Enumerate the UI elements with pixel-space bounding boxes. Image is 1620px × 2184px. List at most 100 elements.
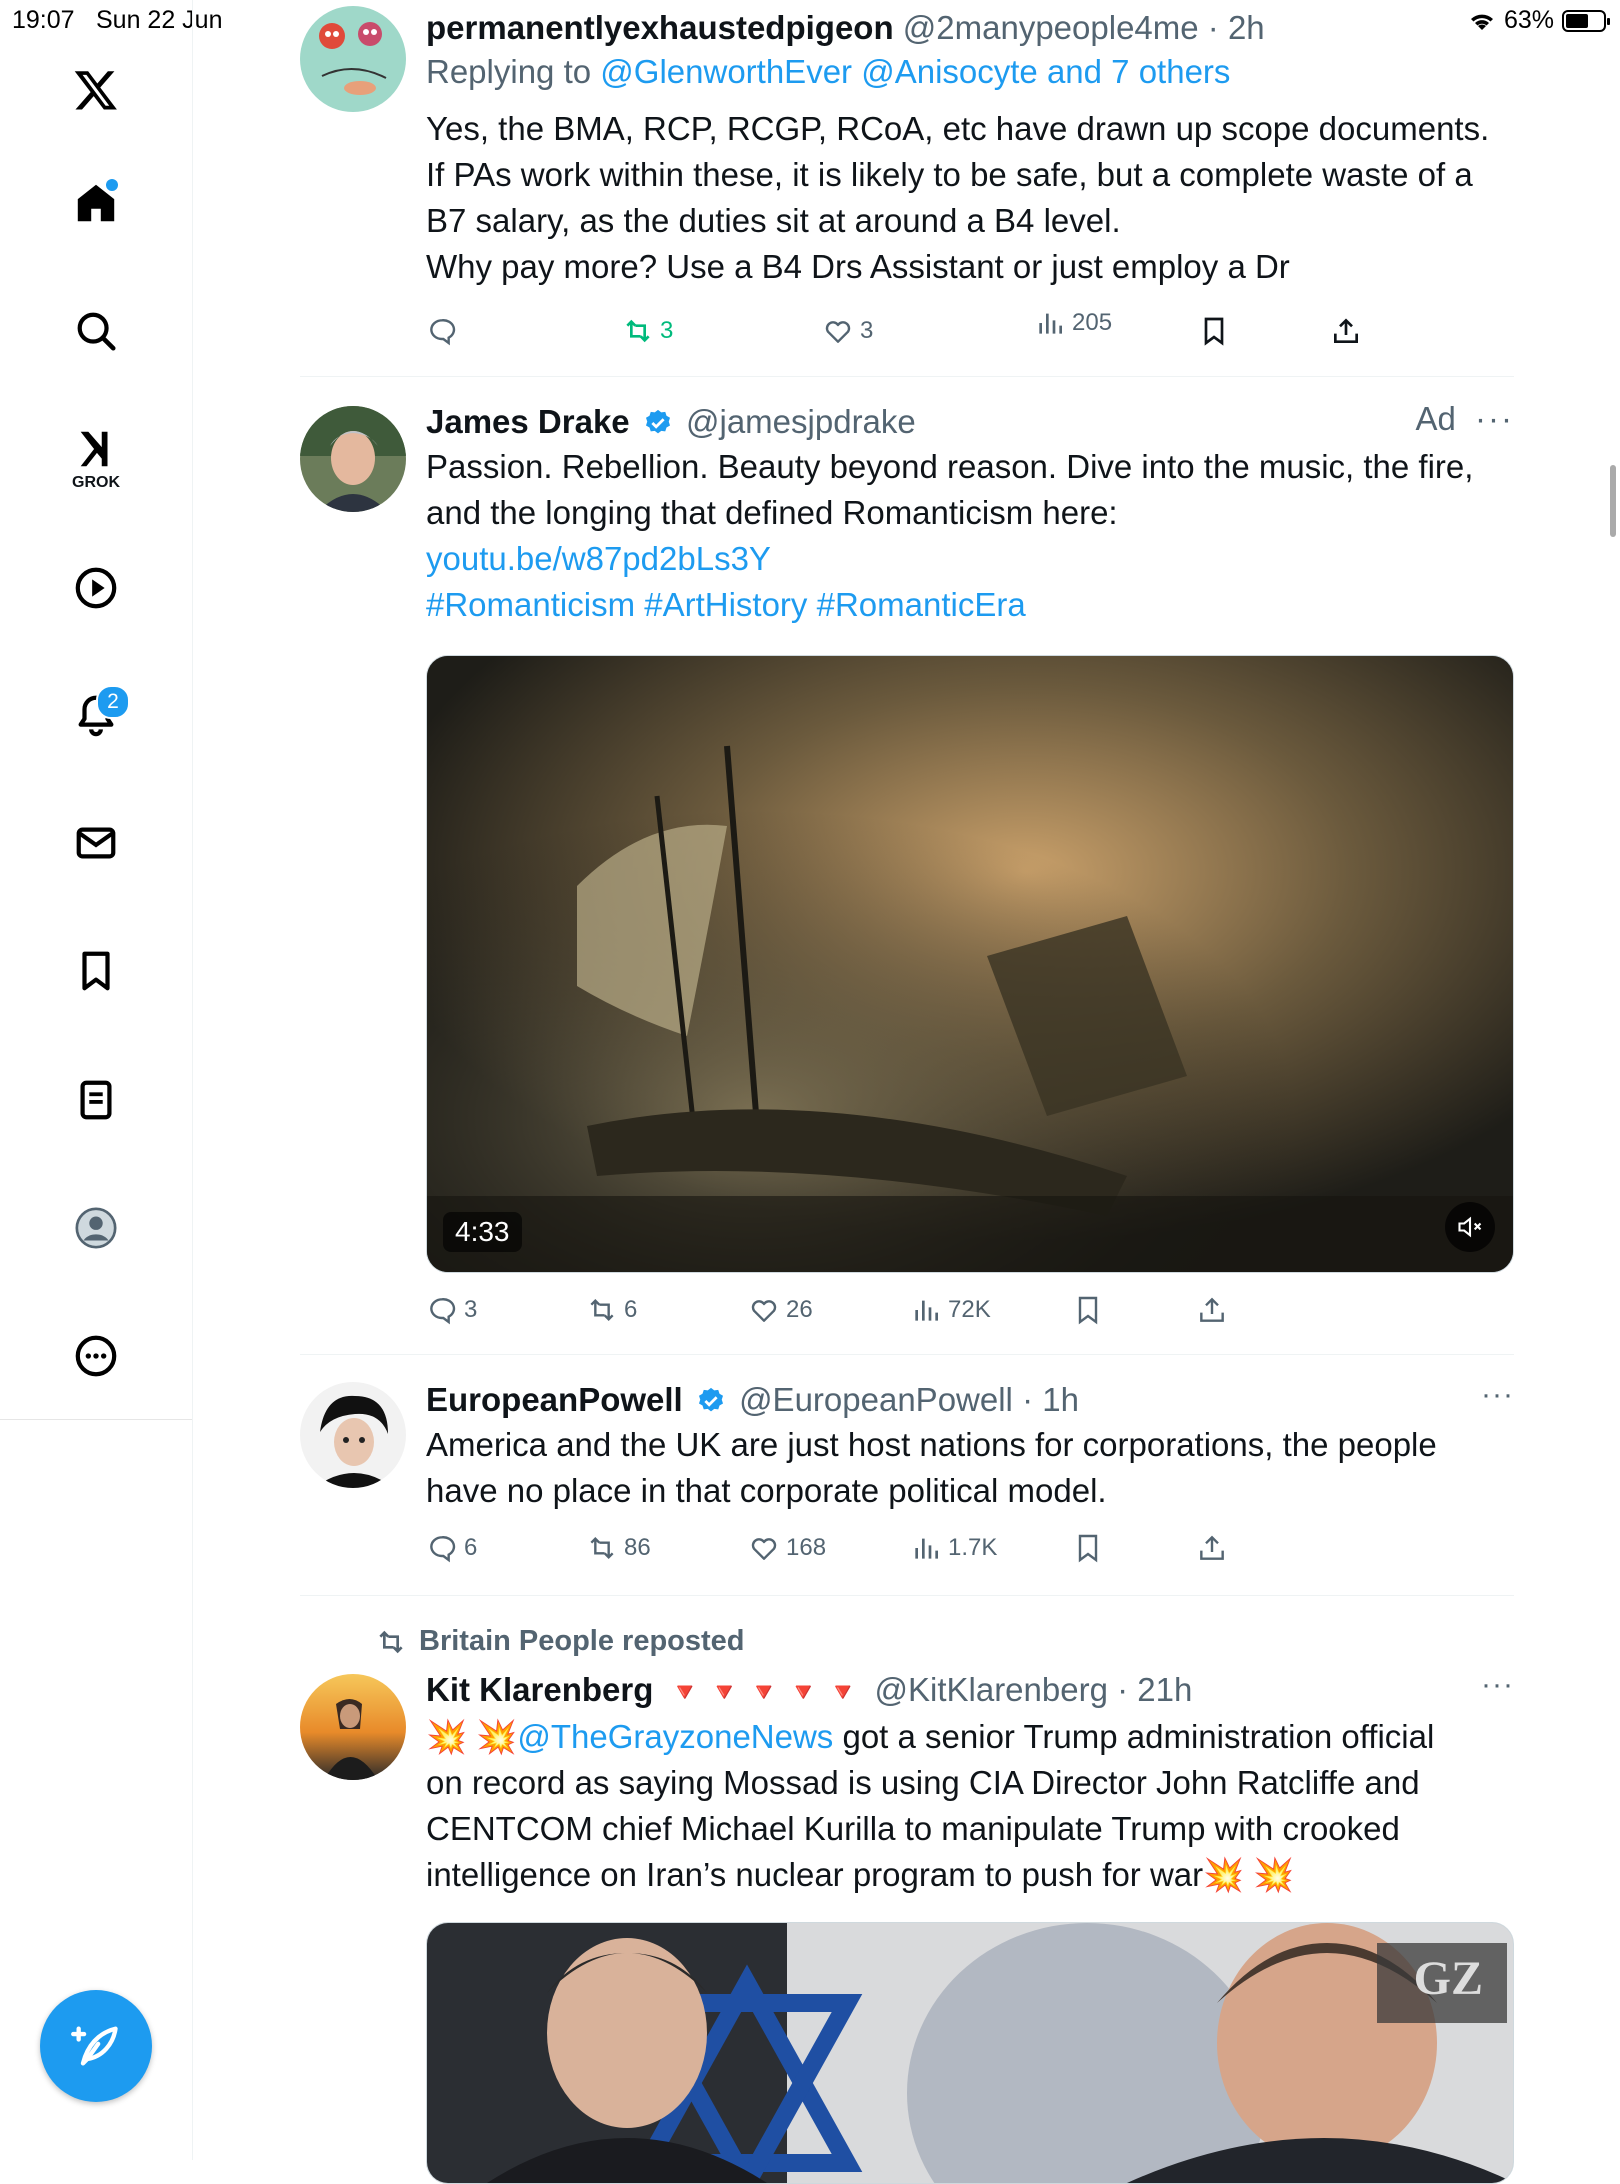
bookmark-button[interactable]: [1198, 311, 1230, 351]
bookmarks-icon[interactable]: [48, 923, 144, 1019]
reply-icon: [430, 1298, 456, 1325]
lists-icon[interactable]: [48, 1052, 144, 1148]
reposted-by-label[interactable]: Britain People reposted: [419, 1625, 745, 1658]
like-button[interactable]: 3: [822, 311, 873, 351]
tweet-card-ad[interactable]: James Drake @jamesjpdrake Ad ··· Passion…: [300, 400, 1514, 1330]
verified-badge-icon: [645, 409, 670, 434]
heart-icon: [751, 1300, 777, 1322]
repost-button[interactable]: 86: [586, 1528, 651, 1568]
red-triangle-emojis: 🔻 🔻 🔻 🔻 🔻: [668, 1677, 860, 1707]
ad-text: Ad: [1415, 400, 1456, 437]
tweet-header: EuropeanPowell @EuropeanPowell · 1h: [426, 1378, 1514, 1422]
post-time[interactable]: · 2h: [1208, 9, 1265, 46]
tweet-text-fragment: intelligence on Iran’s nuclear program t…: [426, 1856, 1204, 1893]
tweet-header: James Drake @jamesjpdrake: [426, 400, 1514, 444]
user-handle[interactable]: @2manypeople4me: [903, 9, 1199, 46]
ad-label: Ad ···: [1415, 400, 1514, 438]
tweet-actions: 3 6 26 72K: [426, 1290, 1514, 1330]
like-count: 3: [860, 317, 874, 344]
like-button[interactable]: 168: [748, 1528, 826, 1568]
repost-button[interactable]: 6: [586, 1290, 637, 1330]
profile-avatar-icon[interactable]: [48, 1180, 144, 1276]
share-button[interactable]: [1196, 1528, 1228, 1568]
tweet-text-line: B7 salary, as the duties sit at around a…: [426, 202, 1121, 239]
avatar[interactable]: [300, 1674, 406, 1780]
avatar[interactable]: [300, 6, 406, 112]
tweet-text-line: and the longing that defined Romanticism…: [426, 494, 1118, 531]
reply-button[interactable]: [426, 311, 464, 351]
repost-button[interactable]: 3: [622, 311, 673, 351]
tweet-image[interactable]: GZ: [426, 1922, 1514, 2184]
collision-emojis: 💥 💥: [426, 1718, 518, 1755]
video-duration: 4:33: [443, 1212, 522, 1252]
avatar[interactable]: [300, 406, 406, 512]
tweet-text-line: intelligence on Iran’s nuclear program t…: [426, 1852, 1514, 1898]
tweet-card[interactable]: EuropeanPowell @EuropeanPowell · 1h ··· …: [300, 1378, 1514, 1563]
display-name[interactable]: EuropeanPowell: [426, 1381, 683, 1418]
grok-icon[interactable]: GROK: [48, 410, 144, 506]
mute-button[interactable]: [1445, 1202, 1495, 1252]
more-options-dots-icon[interactable]: ···: [1481, 1378, 1514, 1412]
x-logo-icon[interactable]: [48, 42, 144, 138]
image-watermark: GZ: [1413, 1952, 1483, 2005]
reply-button[interactable]: 3: [426, 1290, 477, 1330]
home-notification-dot: [106, 179, 118, 191]
search-icon[interactable]: [48, 283, 144, 379]
replying-to: Replying to @GlenworthEver @Anisocyte an…: [426, 50, 1514, 94]
share-button[interactable]: [1196, 1290, 1228, 1330]
tweet-text: 💥 💥@TheGrayzoneNews got a senior Trump a…: [426, 1714, 1514, 1898]
views-button[interactable]: 205: [1034, 303, 1112, 343]
bookmark-icon: [1204, 317, 1224, 346]
replying-to-users[interactable]: @GlenworthEver @Anisocyte and 7 others: [600, 53, 1230, 90]
views-button[interactable]: 72K: [910, 1290, 991, 1330]
video-play-icon[interactable]: [48, 540, 144, 636]
user-handle[interactable]: @EuropeanPowell: [739, 1381, 1013, 1418]
user-handle[interactable]: @jamesjpdrake: [686, 403, 916, 440]
tweet-text-line: on record as saying Mossad is using CIA …: [426, 1764, 1420, 1801]
tweet-text-line: Why pay more? Use a B4 Drs Assistant or …: [426, 248, 1290, 285]
reply-button[interactable]: 6: [426, 1528, 477, 1568]
video-player[interactable]: 4:33: [426, 655, 1514, 1273]
share-button[interactable]: [1330, 311, 1362, 351]
post-time[interactable]: · 21h: [1117, 1671, 1192, 1708]
tweet-text: America and the UK are just host nations…: [426, 1422, 1514, 1514]
sidebar: GROK 2: [0, 0, 193, 2160]
collision-emojis: 💥 💥: [1203, 1856, 1295, 1893]
more-options-icon[interactable]: [48, 1308, 144, 1404]
post-time[interactable]: · 1h: [1022, 1381, 1079, 1418]
tweet-card[interactable]: Kit Klarenberg 🔻 🔻 🔻 🔻 🔻 @KitKlarenberg …: [300, 1668, 1514, 2184]
tweet-text-line: have no place in that corporate politica…: [426, 1472, 1107, 1509]
scrollbar-thumb[interactable]: [1610, 465, 1616, 537]
tweet-hashtags[interactable]: #Romanticism #ArtHistory #RomanticEra: [426, 582, 1514, 628]
tweet-link[interactable]: youtu.be/w87pd2bLs3Y: [426, 536, 1514, 582]
notifications-bell-icon[interactable]: 2: [48, 667, 144, 763]
tweet-actions: 6 86 168 1.7K: [426, 1528, 1514, 1568]
more-options-dots-icon[interactable]: ···: [1475, 400, 1514, 437]
compose-post-button[interactable]: [40, 1990, 152, 2102]
battery-icon: [1562, 9, 1610, 32]
reply-icon: [430, 1536, 456, 1563]
mention-link[interactable]: @TheGrayzoneNews: [517, 1718, 833, 1755]
bookmark-icon: [1078, 1534, 1098, 1563]
heart-icon: [825, 321, 851, 343]
bookmark-button[interactable]: [1072, 1290, 1104, 1330]
heart-icon: [751, 1538, 777, 1560]
home-icon[interactable]: [48, 155, 144, 251]
bookmark-button[interactable]: [1072, 1528, 1104, 1568]
tweet-card[interactable]: permanentlyexhaustedpigeon @2manypeople4…: [300, 6, 1514, 346]
repost-icon: [626, 319, 650, 343]
messages-envelope-icon[interactable]: [48, 795, 144, 891]
display-name[interactable]: Kit Klarenberg: [426, 1671, 653, 1708]
image-officials-with-flag: [427, 1923, 1513, 2183]
avatar[interactable]: [300, 1382, 406, 1488]
tweet-text-fragment: got a senior Trump administration offici…: [833, 1718, 1435, 1755]
user-handle[interactable]: @KitKlarenberg: [874, 1671, 1107, 1708]
like-button[interactable]: 26: [748, 1290, 813, 1330]
more-options-dots-icon[interactable]: ···: [1481, 1668, 1514, 1702]
display-name[interactable]: James Drake: [426, 403, 630, 440]
views-button[interactable]: 1.7K: [910, 1528, 997, 1568]
tweet-divider: [300, 1354, 1514, 1355]
view-count: 72K: [948, 1296, 991, 1323]
bookmark-icon: [1078, 1296, 1098, 1325]
display-name[interactable]: permanentlyexhaustedpigeon: [426, 9, 894, 46]
